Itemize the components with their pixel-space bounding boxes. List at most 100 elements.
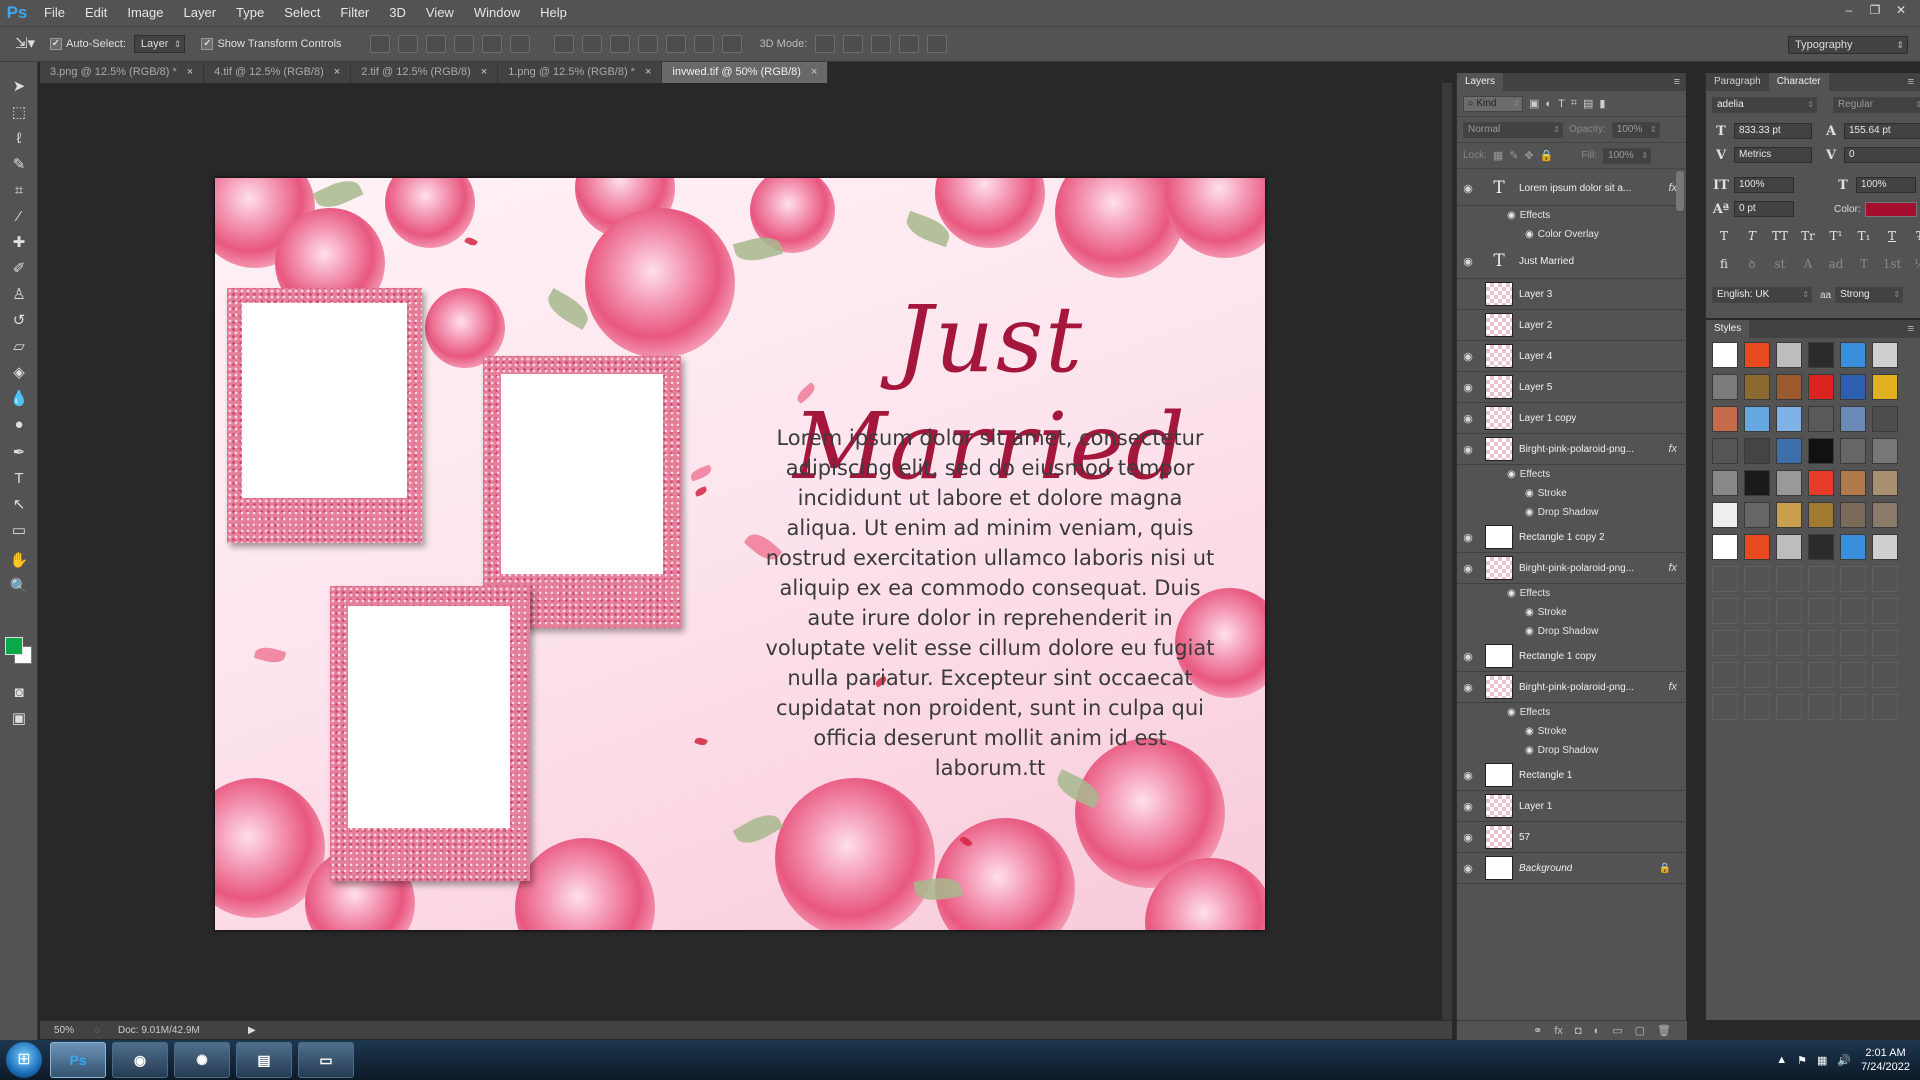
style-swatch[interactable] [1840,694,1866,720]
style-swatch[interactable] [1712,374,1738,400]
style-swatch[interactable] [1872,470,1898,496]
underline-button[interactable]: T [1880,229,1904,243]
layers-scrollbar[interactable] [1676,171,1684,211]
taskbar-chrome-icon[interactable]: ◉ [112,1042,168,1078]
visibility-eye-icon[interactable]: ◉ [1457,531,1479,544]
style-swatch[interactable] [1872,374,1898,400]
align-vcenter-icon[interactable] [397,35,418,53]
old-style-button[interactable]: ꝺ [1740,255,1764,272]
style-swatch[interactable] [1872,502,1898,528]
menu-edit[interactable]: Edit [75,0,117,26]
layer-row[interactable]: ◉ Rectangle 1 [1457,760,1687,791]
panel-menu-icon[interactable]: ≡ [1908,76,1920,88]
layer-fx-icon[interactable]: fx [1668,681,1677,693]
add-style-icon[interactable]: fx [1554,1025,1563,1037]
new-group-icon[interactable]: ▭ [1612,1024,1622,1037]
doc-tab-active[interactable]: invwed.tif @ 50% (RGB/8) × [662,62,829,83]
document-canvas[interactable]: Just Married Lorem ipsum dolor sit amet,… [215,178,1265,930]
visibility-eye-icon[interactable]: ◉ [1457,769,1479,782]
layer-row[interactable]: ◉ T Lorem ipsum dolor sit a... fx [1457,171,1687,206]
style-swatch[interactable] [1712,534,1738,560]
workspace-select[interactable]: Typography [1788,36,1908,54]
antialias-select[interactable]: Strong [1835,287,1904,303]
layer-row[interactable]: ◉ Layer 1 [1457,791,1687,822]
effect-row[interactable]: ◉ Stroke [1457,722,1687,741]
style-swatch[interactable] [1840,374,1866,400]
panel-menu-icon[interactable]: ≡ [1674,76,1686,88]
style-swatch[interactable] [1840,630,1866,656]
visibility-eye-icon[interactable]: ◉ [1457,443,1479,456]
style-swatch[interactable] [1872,694,1898,720]
3d-slide-icon[interactable] [899,35,920,53]
style-swatch[interactable] [1712,342,1738,368]
text-color-swatch[interactable] [1864,201,1917,217]
effects-header[interactable]: ◉ Effects [1457,206,1687,225]
taskbar-window-icon[interactable]: ▭ [298,1042,354,1078]
menu-image[interactable]: Image [117,0,173,26]
menu-view[interactable]: View [416,0,464,26]
auto-align-icon[interactable] [721,35,742,53]
layer-row[interactable]: ◉ T Just Married [1457,244,1687,279]
style-swatch[interactable] [1744,534,1770,560]
auto-select-checkbox[interactable]: ✓ [50,38,62,50]
3d-drag-icon[interactable] [871,35,892,53]
link-layers-icon[interactable]: ⚭ [1533,1024,1542,1037]
effect-eye-icon[interactable]: ◉ [1525,626,1534,637]
style-swatch[interactable] [1776,406,1802,432]
effect-eye-icon[interactable]: ◉ [1525,507,1534,518]
hand-icon[interactable]: ✋ [7,550,31,572]
style-swatch[interactable] [1744,598,1770,624]
opacity-input[interactable]: 100% [1611,121,1660,138]
effect-eye-icon[interactable]: ◉ [1525,488,1534,499]
effect-eye-icon[interactable]: ◉ [1507,707,1516,718]
style-swatch[interactable] [1808,374,1834,400]
style-swatch[interactable] [1872,406,1898,432]
pen-icon[interactable]: ✒ [7,442,31,464]
style-swatch[interactable] [1840,438,1866,464]
start-button[interactable]: ⊞ [6,1042,42,1078]
filter-type-icon[interactable]: T [1558,98,1565,110]
style-swatch[interactable] [1712,694,1738,720]
dodge-icon[interactable]: ● [7,414,31,436]
polaroid-frame[interactable] [330,586,530,881]
blur-icon[interactable]: 💧 [7,388,31,410]
style-swatch[interactable] [1840,342,1866,368]
history-brush-icon[interactable]: ↺ [7,310,31,332]
titling-button[interactable]: T [1852,257,1876,271]
style-swatch[interactable] [1776,470,1802,496]
effect-row[interactable]: ◉ Stroke [1457,603,1687,622]
style-swatch[interactable] [1872,630,1898,656]
polaroid-frame[interactable] [227,288,422,543]
style-swatch[interactable] [1840,470,1866,496]
style-swatch[interactable] [1744,342,1770,368]
panel-menu-icon[interactable]: ≡ [1908,323,1920,335]
effect-row[interactable]: ◉ Drop Shadow [1457,622,1687,641]
style-swatch[interactable] [1776,438,1802,464]
baseline-shift-input[interactable]: 0 pt [1734,201,1794,217]
visibility-eye-icon[interactable]: ◉ [1457,319,1479,332]
lock-position-icon[interactable]: ✥ [1525,149,1534,162]
quick-mask-icon[interactable]: ◙ [7,682,31,704]
style-swatch[interactable] [1872,598,1898,624]
canvas-scrollbar[interactable] [1442,83,1452,1020]
style-swatch[interactable] [1776,630,1802,656]
style-swatch[interactable] [1808,630,1834,656]
menu-help[interactable]: Help [530,0,577,26]
distribute-top-icon[interactable] [553,35,574,53]
style-swatch[interactable] [1712,630,1738,656]
style-swatch[interactable] [1776,566,1802,592]
delete-layer-icon[interactable]: 🗑 [1657,1024,1671,1037]
layer-row[interactable]: ◉ Birght-pink-polaroid-png... fx [1457,672,1687,703]
fractions-button[interactable]: ½ [1908,257,1920,271]
superscript-button[interactable]: T¹ [1824,229,1848,243]
style-swatch[interactable] [1744,630,1770,656]
layer-row[interactable]: ◉ Rectangle 1 copy [1457,641,1687,672]
style-swatch[interactable] [1776,374,1802,400]
rectangle-icon[interactable]: ▭ [7,520,31,542]
effects-header[interactable]: ◉ Effects [1457,703,1687,722]
style-swatch[interactable] [1872,438,1898,464]
style-swatch[interactable] [1840,566,1866,592]
language-select[interactable]: English: UK [1712,287,1812,303]
quick-select-icon[interactable]: ✎ [7,154,31,176]
doc-tab[interactable]: 2.tif @ 12.5% (RGB/8) × [351,62,499,83]
